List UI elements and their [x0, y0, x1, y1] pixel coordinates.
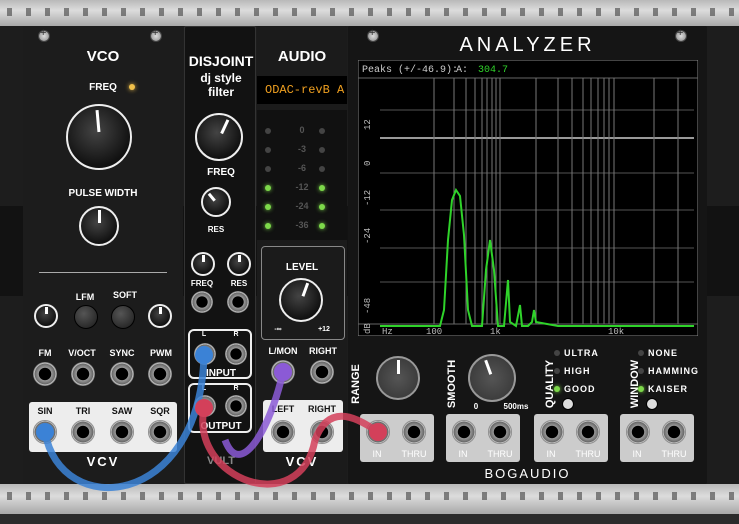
purple-cable[interactable] [221, 371, 287, 458]
patch-cables [36, 346, 387, 492]
blue-cable[interactable] [41, 354, 208, 492]
